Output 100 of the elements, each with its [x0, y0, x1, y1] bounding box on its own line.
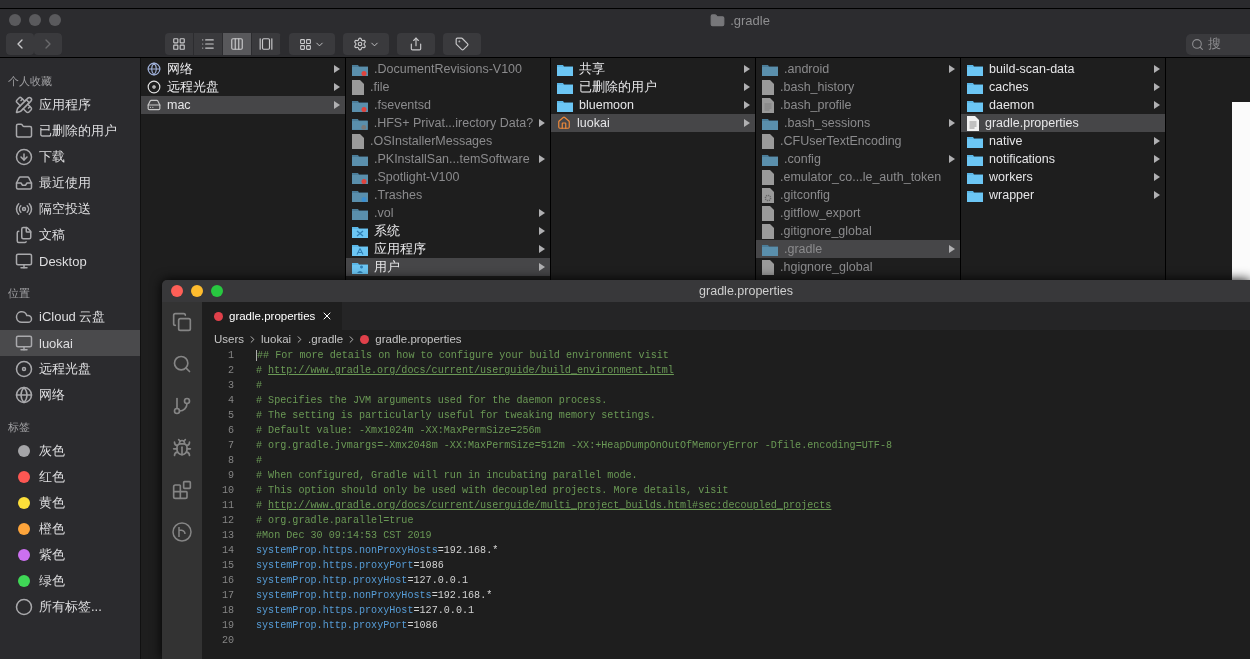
code-line: # [256, 455, 263, 466]
column-view-button[interactable] [223, 33, 252, 55]
file-row[interactable]: notifications [961, 150, 1165, 168]
file-row[interactable]: .HFS+ Privat...irectory Data? [346, 114, 550, 132]
sidebar-item[interactable]: 最近使用 [0, 170, 140, 196]
file-row[interactable]: daemon [961, 96, 1165, 114]
file-row[interactable]: .Spotlight-V100 [346, 168, 550, 186]
file-row[interactable]: .DocumentRevisions-V100 [346, 60, 550, 78]
disclosure-icon [949, 65, 955, 73]
disclosure-icon [1154, 173, 1160, 181]
file-row[interactable]: .file [346, 78, 550, 96]
sidebar-item[interactable]: 隔空投送 [0, 196, 140, 222]
list-view-button[interactable] [194, 33, 223, 55]
sidebar-item[interactable]: 下载 [0, 144, 140, 170]
file-row[interactable]: .bash_profile [756, 96, 960, 114]
breadcrumb-item[interactable]: Users [214, 333, 245, 345]
file-row[interactable]: .PKInstallSan...temSoftware [346, 150, 550, 168]
file-icon [762, 205, 774, 221]
search-field[interactable]: 搜 [1186, 33, 1250, 55]
sidebar-item[interactable]: 红色 [0, 464, 140, 490]
file-row[interactable]: 用户 [346, 258, 550, 276]
file-row[interactable]: .gitignore_global [756, 222, 960, 240]
file-row[interactable]: .hgignore_global [756, 258, 960, 276]
sidebar-item[interactable]: 黄色 [0, 490, 140, 516]
line-number: 15 [220, 560, 234, 571]
breadcrumb-item[interactable]: .gradle [308, 333, 344, 345]
disclosure-icon [539, 209, 545, 217]
bug-icon[interactable] [172, 438, 192, 458]
folder-icon [967, 134, 983, 148]
folder-icon [762, 62, 778, 76]
file-icon [762, 169, 774, 185]
editor-tab[interactable]: gradle.properties [202, 302, 343, 330]
file-row[interactable]: 共享 [551, 60, 755, 78]
sidebar-item[interactable]: Desktop [0, 248, 140, 274]
line-number: 2 [226, 365, 234, 376]
file-row[interactable]: 网络 [141, 60, 345, 78]
sidebar-item[interactable]: 灰色 [0, 438, 140, 464]
sidebar-item[interactable]: luokai [0, 330, 140, 356]
sidebar-item[interactable]: 网络 [0, 382, 140, 408]
file-row[interactable]: mac [141, 96, 345, 114]
sidebar-item[interactable]: 文稿 [0, 222, 140, 248]
breadcrumb-item[interactable]: gradle.properties [375, 333, 462, 345]
file-row[interactable]: 已删除的用户 [551, 78, 755, 96]
file-row[interactable]: caches [961, 78, 1165, 96]
file-row[interactable]: .bash_history [756, 78, 960, 96]
file-row[interactable]: 应用程序 [346, 240, 550, 258]
sidebar-item[interactable]: 紫色 [0, 542, 140, 568]
branch-icon[interactable] [172, 396, 192, 416]
home-icon [557, 116, 571, 130]
folder-icon [762, 242, 778, 256]
close-button[interactable] [171, 285, 183, 297]
group-button[interactable] [289, 33, 335, 55]
file-row[interactable]: .fseventsd [346, 96, 550, 114]
file-row[interactable]: 远程光盘 [141, 78, 345, 96]
file-row[interactable]: workers [961, 168, 1165, 186]
share-button[interactable] [397, 33, 435, 55]
sidebar-item[interactable]: 所有标签... [0, 594, 140, 620]
sidebar-item[interactable]: iCloud 云盘 [0, 304, 140, 330]
tag-button[interactable] [443, 33, 481, 55]
line-number: 12 [220, 515, 234, 526]
folder-icon [762, 152, 778, 166]
icon-view-button[interactable] [165, 33, 194, 55]
file-row[interactable]: .CFUserTextEncoding [756, 132, 960, 150]
code-link[interactable]: http://www.gradle.org/docs/current/userguide/build_environment.html [268, 365, 674, 376]
back-button[interactable] [6, 33, 34, 55]
file-row[interactable]: .Trashes [346, 186, 550, 204]
sidebar-item[interactable]: 应用程序 [0, 92, 140, 118]
file-row[interactable]: native [961, 132, 1165, 150]
action-button[interactable] [343, 33, 389, 55]
file-row[interactable]: .bash_sessions [756, 114, 960, 132]
branch-circle-icon[interactable] [172, 522, 192, 542]
file-row[interactable]: .emulator_co...le_auth_token [756, 168, 960, 186]
search-icon [1191, 37, 1204, 51]
file-row[interactable]: wrapper [961, 186, 1165, 204]
sidebar-item[interactable]: 已删除的用户 [0, 118, 140, 144]
file-row[interactable]: build-scan-data [961, 60, 1165, 78]
file-row[interactable]: .gitconfig [756, 186, 960, 204]
file-row[interactable]: .gitflow_export [756, 204, 960, 222]
code-link[interactable]: http://www.gradle.org/docs/current/userguide/multi_project_builds.html#sec:decoupled_projects [268, 500, 832, 511]
minimize-button[interactable] [191, 285, 203, 297]
search-icon[interactable] [172, 354, 192, 374]
extensions-icon[interactable] [172, 480, 192, 500]
sidebar-item[interactable]: 远程光盘 [0, 356, 140, 382]
sidebar-item[interactable]: 绿色 [0, 568, 140, 594]
file-row[interactable]: .config [756, 150, 960, 168]
file-row[interactable]: .android [756, 60, 960, 78]
files-icon[interactable] [172, 312, 192, 332]
file-row[interactable]: luokai [551, 114, 755, 132]
file-row[interactable]: .vol [346, 204, 550, 222]
file-row[interactable]: bluemoon [551, 96, 755, 114]
gallery-view-button[interactable] [252, 33, 281, 55]
breadcrumb-item[interactable]: luokai [261, 333, 292, 345]
file-row[interactable]: 系统 [346, 222, 550, 240]
sidebar-item[interactable]: 橙色 [0, 516, 140, 542]
drive-icon [147, 98, 161, 112]
file-row[interactable]: .OSInstallerMessages [346, 132, 550, 150]
close-button[interactable] [9, 14, 21, 26]
zoom-button[interactable] [211, 285, 223, 297]
file-row[interactable]: gradle.properties [961, 114, 1165, 132]
line-number: 9 [226, 470, 234, 481]
